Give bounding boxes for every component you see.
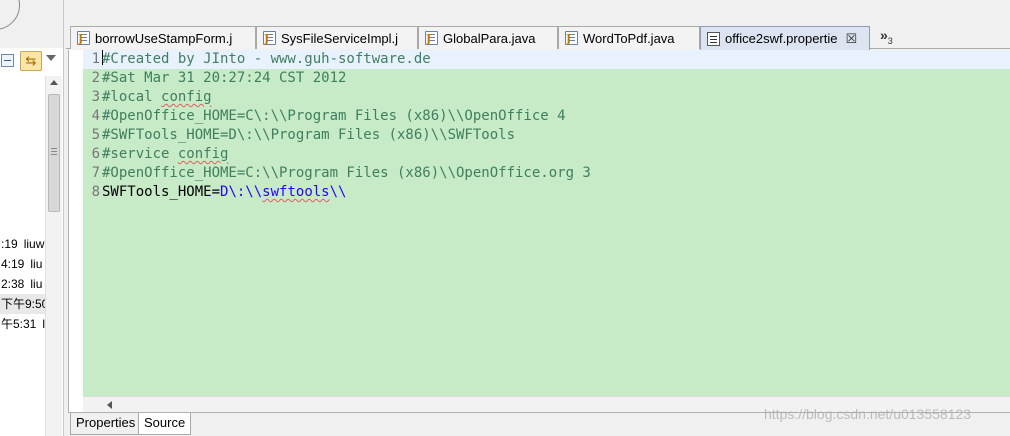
line-number: 2 bbox=[91, 70, 100, 86]
row-user: liu bbox=[30, 257, 43, 271]
left-panel-header bbox=[0, 0, 63, 48]
row-user: l bbox=[42, 317, 45, 331]
misspelled-word: swftools bbox=[262, 184, 330, 200]
line-number: 8 bbox=[91, 184, 100, 200]
list-item-selected[interactable]: 下午9:50 bbox=[0, 294, 45, 314]
line-number: 1 bbox=[91, 51, 100, 67]
row-user: liu bbox=[30, 277, 43, 291]
code-line[interactable]: 6 #service config bbox=[83, 145, 1010, 164]
comment-text: #service config bbox=[102, 145, 228, 164]
editor-tab-bar: J borrowUseStampForm.j J SysFileServiceI… bbox=[66, 25, 1010, 50]
line-number: 7 bbox=[91, 165, 100, 181]
java-file-icon: J bbox=[565, 31, 578, 45]
comment-text: #OpenOffice_HOME=C:\\Program Files (x86)… bbox=[102, 165, 591, 181]
tab-sys-file-service-impl[interactable]: J SysFileServiceImpl.j bbox=[256, 26, 418, 49]
collapse-arc-icon[interactable] bbox=[0, 0, 20, 30]
left-view-panel: ⇆ :19 liuw 4:19 liu 2:38 liu 下午9:50 午5:31 l bbox=[0, 0, 64, 436]
left-panel-scrollbar[interactable] bbox=[45, 76, 62, 436]
scroll-thumb[interactable] bbox=[48, 94, 60, 212]
tab-properties[interactable]: Properties bbox=[70, 413, 142, 435]
java-file-icon: J bbox=[77, 31, 90, 45]
tab-label: GlobalPara.java bbox=[443, 30, 536, 46]
scroll-up-arrow-icon[interactable] bbox=[50, 80, 58, 85]
java-file-icon: J bbox=[263, 31, 276, 45]
tab-label: borrowUseStampForm.j bbox=[95, 30, 233, 46]
row-user: liuw bbox=[23, 237, 45, 251]
tab-borrow-use-stamp-form[interactable]: J borrowUseStampForm.j bbox=[70, 26, 256, 49]
comment-text: #Created by JInto - www.guh-software.de bbox=[102, 51, 431, 67]
link-with-editor-icon[interactable]: ⇆ bbox=[20, 51, 42, 71]
close-icon[interactable]: ☒ bbox=[846, 31, 858, 47]
comment-text: #OpenOffice_HOME=C\:\\Program Files (x86… bbox=[102, 108, 566, 124]
watermark: https://blog.csdn.net/u013558123 bbox=[764, 406, 972, 422]
list-item[interactable]: :19 liuw bbox=[0, 234, 45, 254]
list-item[interactable]: 4:19 liu bbox=[0, 254, 45, 274]
property-value: D\:\\ bbox=[220, 184, 263, 200]
line-number: 3 bbox=[91, 89, 100, 105]
tab-overflow-button[interactable]: »3 bbox=[880, 27, 893, 46]
tab-office2swf-properties[interactable]: office2swf.propertie ☒ bbox=[700, 26, 870, 50]
comment-text: #Sat Mar 31 20:27:24 CST 2012 bbox=[102, 70, 347, 86]
line-number: 5 bbox=[91, 127, 100, 143]
code-line[interactable]: 4 #OpenOffice_HOME=C\:\\Program Files (x8… bbox=[83, 107, 1010, 126]
property-value-suffix: \\ bbox=[329, 184, 347, 200]
tab-label: WordToPdf.java bbox=[583, 30, 675, 46]
row-time: 午5:31 bbox=[1, 317, 37, 331]
row-time: 4:19 bbox=[1, 257, 25, 271]
code-area[interactable]: 1 #Created by JInto - www.guh-software.de… bbox=[83, 50, 1010, 396]
misspelled-word: config bbox=[177, 146, 229, 162]
property-key: SWFTools_HOME bbox=[102, 184, 212, 200]
code-line[interactable]: 8 SWFTools_HOME=D\:\\swftools\\ bbox=[83, 183, 1010, 202]
comment-text: #local config bbox=[102, 88, 212, 107]
collapse-all-icon[interactable] bbox=[1, 54, 14, 67]
view-menu-chevron-icon[interactable] bbox=[46, 55, 56, 61]
list-item[interactable]: 2:38 liu bbox=[0, 274, 45, 294]
line-number: 4 bbox=[91, 108, 100, 124]
tab-label: SysFileServiceImpl.j bbox=[281, 30, 399, 46]
scroll-left-arrow-icon[interactable] bbox=[107, 401, 112, 409]
comment-prefix: #local bbox=[102, 89, 162, 105]
history-list: :19 liuw 4:19 liu 2:38 liu 下午9:50 午5:31 l bbox=[0, 234, 45, 334]
editor-ruler bbox=[69, 50, 83, 396]
code-line[interactable]: 5 #SWFTools_HOME=D\:\\Program Files (x86)… bbox=[83, 126, 1010, 145]
code-line[interactable]: 1 #Created by JInto - www.guh-software.de bbox=[83, 50, 1010, 69]
comment-text: #SWFTools_HOME=D\:\\Program Files (x86)\… bbox=[102, 127, 516, 143]
properties-file-icon bbox=[707, 31, 720, 46]
property-entry: SWFTools_HOME=D\:\\swftools\\ bbox=[102, 183, 346, 202]
tab-source[interactable]: Source bbox=[138, 413, 192, 435]
row-time: 2:38 bbox=[1, 277, 25, 291]
chevron-right-double-icon: » bbox=[880, 27, 888, 43]
row-time: :19 bbox=[1, 237, 18, 251]
tab-word-to-pdf[interactable]: J WordToPdf.java bbox=[558, 26, 700, 49]
property-separator: = bbox=[211, 184, 221, 200]
line-number: 6 bbox=[91, 146, 100, 162]
grip-icon bbox=[51, 148, 57, 155]
comment-prefix: #service bbox=[102, 146, 178, 162]
hidden-tab-count: 3 bbox=[887, 35, 893, 46]
misspelled-word: config bbox=[161, 89, 212, 105]
list-item[interactable]: 午5:31 l bbox=[0, 314, 45, 334]
row-time: 下午9:50 bbox=[1, 297, 45, 311]
code-line[interactable]: 3 #local config bbox=[83, 88, 1010, 107]
tab-global-para[interactable]: J GlobalPara.java bbox=[418, 26, 558, 49]
code-line[interactable]: 2 #Sat Mar 31 20:27:24 CST 2012 bbox=[83, 69, 1010, 88]
code-line[interactable]: 7 #OpenOffice_HOME=C:\\Program Files (x86… bbox=[83, 164, 1010, 183]
tab-label: office2swf.propertie bbox=[725, 31, 838, 46]
java-file-icon: J bbox=[425, 31, 438, 45]
properties-editor: 1 #Created by JInto - www.guh-software.de… bbox=[68, 50, 1010, 412]
